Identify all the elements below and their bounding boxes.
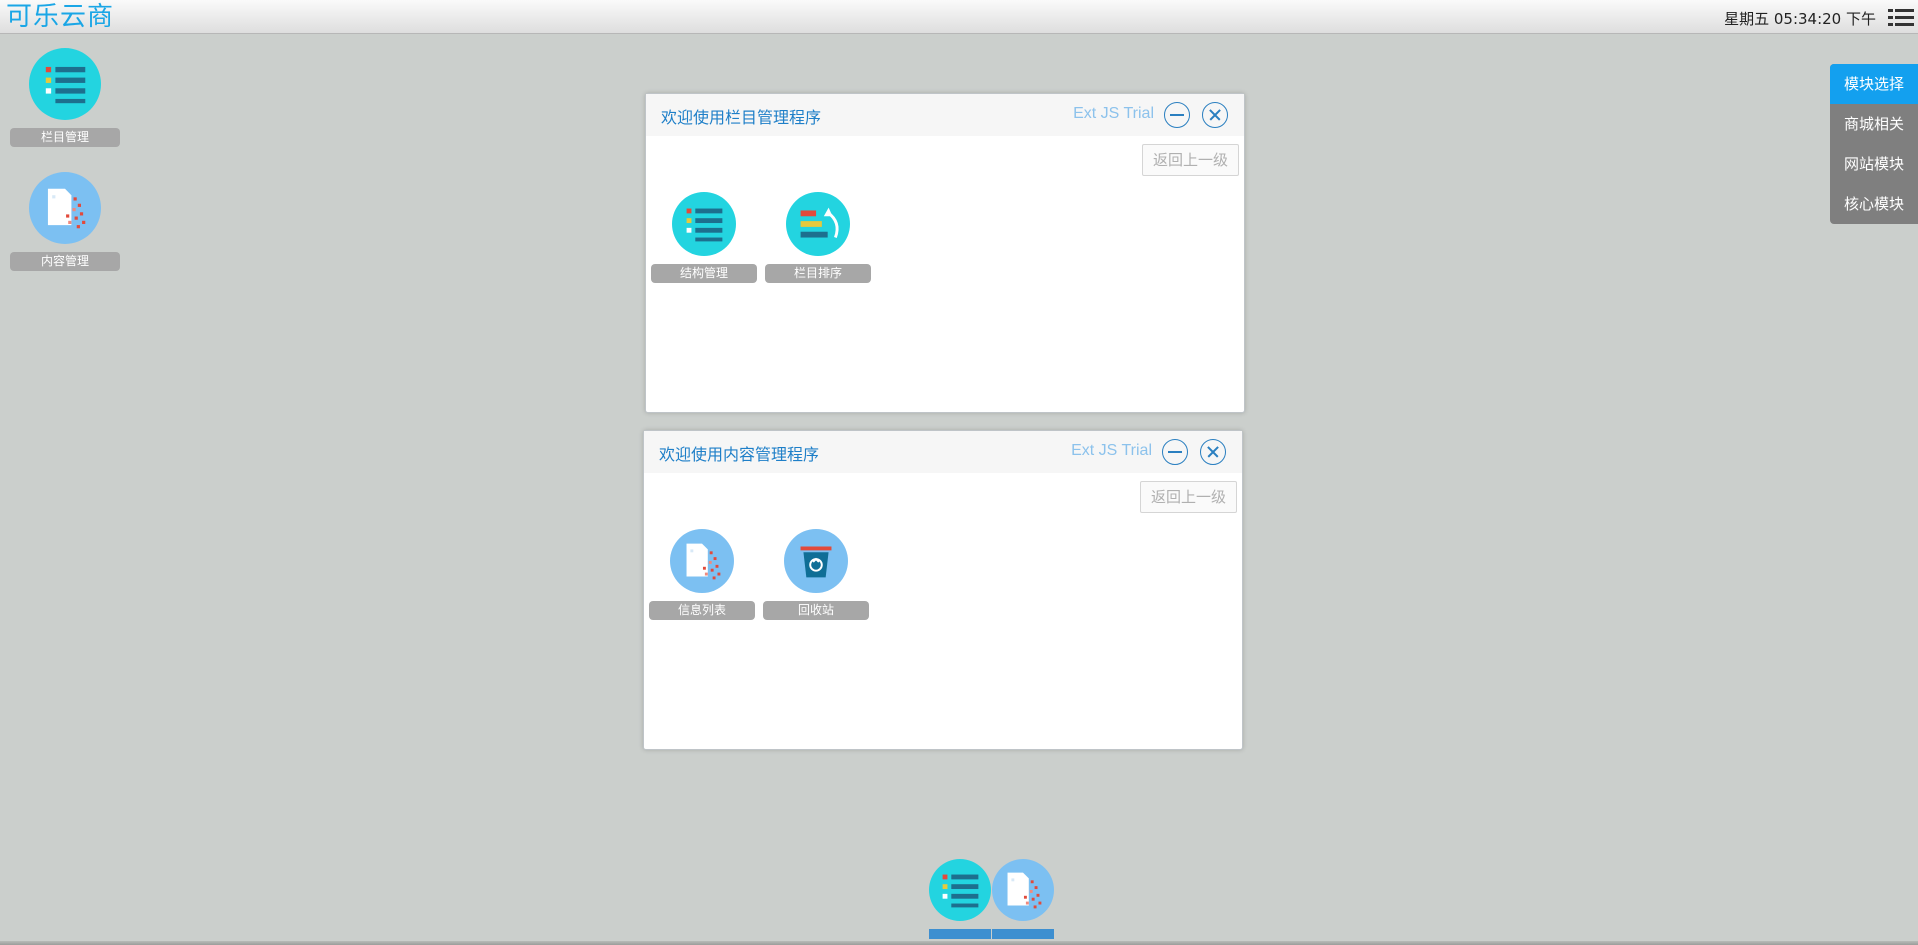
app-label: 信息列表 — [649, 601, 755, 620]
brand-logo: 可乐云商 — [6, 2, 115, 32]
list-icon — [672, 192, 736, 256]
recycle-bin-icon — [784, 529, 848, 593]
desktop-shortcut-column-management[interactable]: 栏目管理 — [10, 48, 120, 147]
module-item-mall[interactable]: 商城相关 — [1830, 104, 1918, 144]
module-item-core[interactable]: 核心模块 — [1830, 184, 1918, 224]
taskbar-item-column-management[interactable] — [929, 859, 991, 939]
app-info-list[interactable]: 信息列表 — [649, 529, 755, 620]
sort-icon — [786, 192, 850, 256]
menu-icon[interactable] — [1888, 8, 1914, 28]
app-column-sort[interactable]: 栏目排序 — [765, 192, 871, 283]
back-button[interactable]: 返回上一级 — [1142, 144, 1239, 176]
window-title: 欢迎使用栏目管理程序 — [661, 108, 822, 127]
back-button[interactable]: 返回上一级 — [1140, 481, 1237, 513]
taskbar-indicator — [992, 929, 1054, 939]
module-item-website[interactable]: 网站模块 — [1830, 144, 1918, 184]
shortcut-label: 栏目管理 — [10, 128, 120, 147]
shortcut-label: 内容管理 — [10, 252, 120, 271]
window-header[interactable]: 欢迎使用栏目管理程序 Ext JS Trial — [646, 94, 1244, 136]
app-recycle-bin[interactable]: 回收站 — [763, 529, 869, 620]
close-button[interactable] — [1202, 102, 1228, 128]
top-bar: 可乐云商 星期五 05:34:20 下午 — [0, 0, 1918, 34]
list-icon — [29, 48, 101, 120]
column-management-window: 欢迎使用栏目管理程序 Ext JS Trial 返回上一级 结构管理 栏目排序 — [645, 93, 1245, 413]
desktop-shortcut-content-management[interactable]: 内容管理 — [10, 172, 120, 271]
content-management-window: 欢迎使用内容管理程序 Ext JS Trial 返回上一级 信息列表 回收站 — [643, 430, 1243, 750]
taskbar-indicator — [929, 929, 991, 939]
window-header[interactable]: 欢迎使用内容管理程序 Ext JS Trial — [644, 431, 1242, 473]
document-shred-icon — [992, 859, 1054, 921]
trial-watermark: Ext JS Trial — [1071, 442, 1152, 459]
window-title: 欢迎使用内容管理程序 — [659, 445, 820, 464]
minimize-button[interactable] — [1162, 439, 1188, 465]
app-label: 结构管理 — [651, 264, 757, 283]
document-shred-icon — [670, 529, 734, 593]
taskbar-item-content-management[interactable] — [992, 859, 1054, 939]
list-icon — [929, 859, 991, 921]
close-button[interactable] — [1200, 439, 1226, 465]
app-structure-management[interactable]: 结构管理 — [651, 192, 757, 283]
module-menu: 模块选择 商城相关 网站模块 核心模块 — [1830, 64, 1918, 224]
app-label: 栏目排序 — [765, 264, 871, 283]
minimize-button[interactable] — [1164, 102, 1190, 128]
app-label: 回收站 — [763, 601, 869, 620]
document-shred-icon — [29, 172, 101, 244]
system-clock: 星期五 05:34:20 下午 — [1724, 10, 1876, 28]
module-item-select[interactable]: 模块选择 — [1830, 64, 1918, 104]
taskbar-baseline — [0, 941, 1918, 945]
trial-watermark: Ext JS Trial — [1073, 105, 1154, 122]
